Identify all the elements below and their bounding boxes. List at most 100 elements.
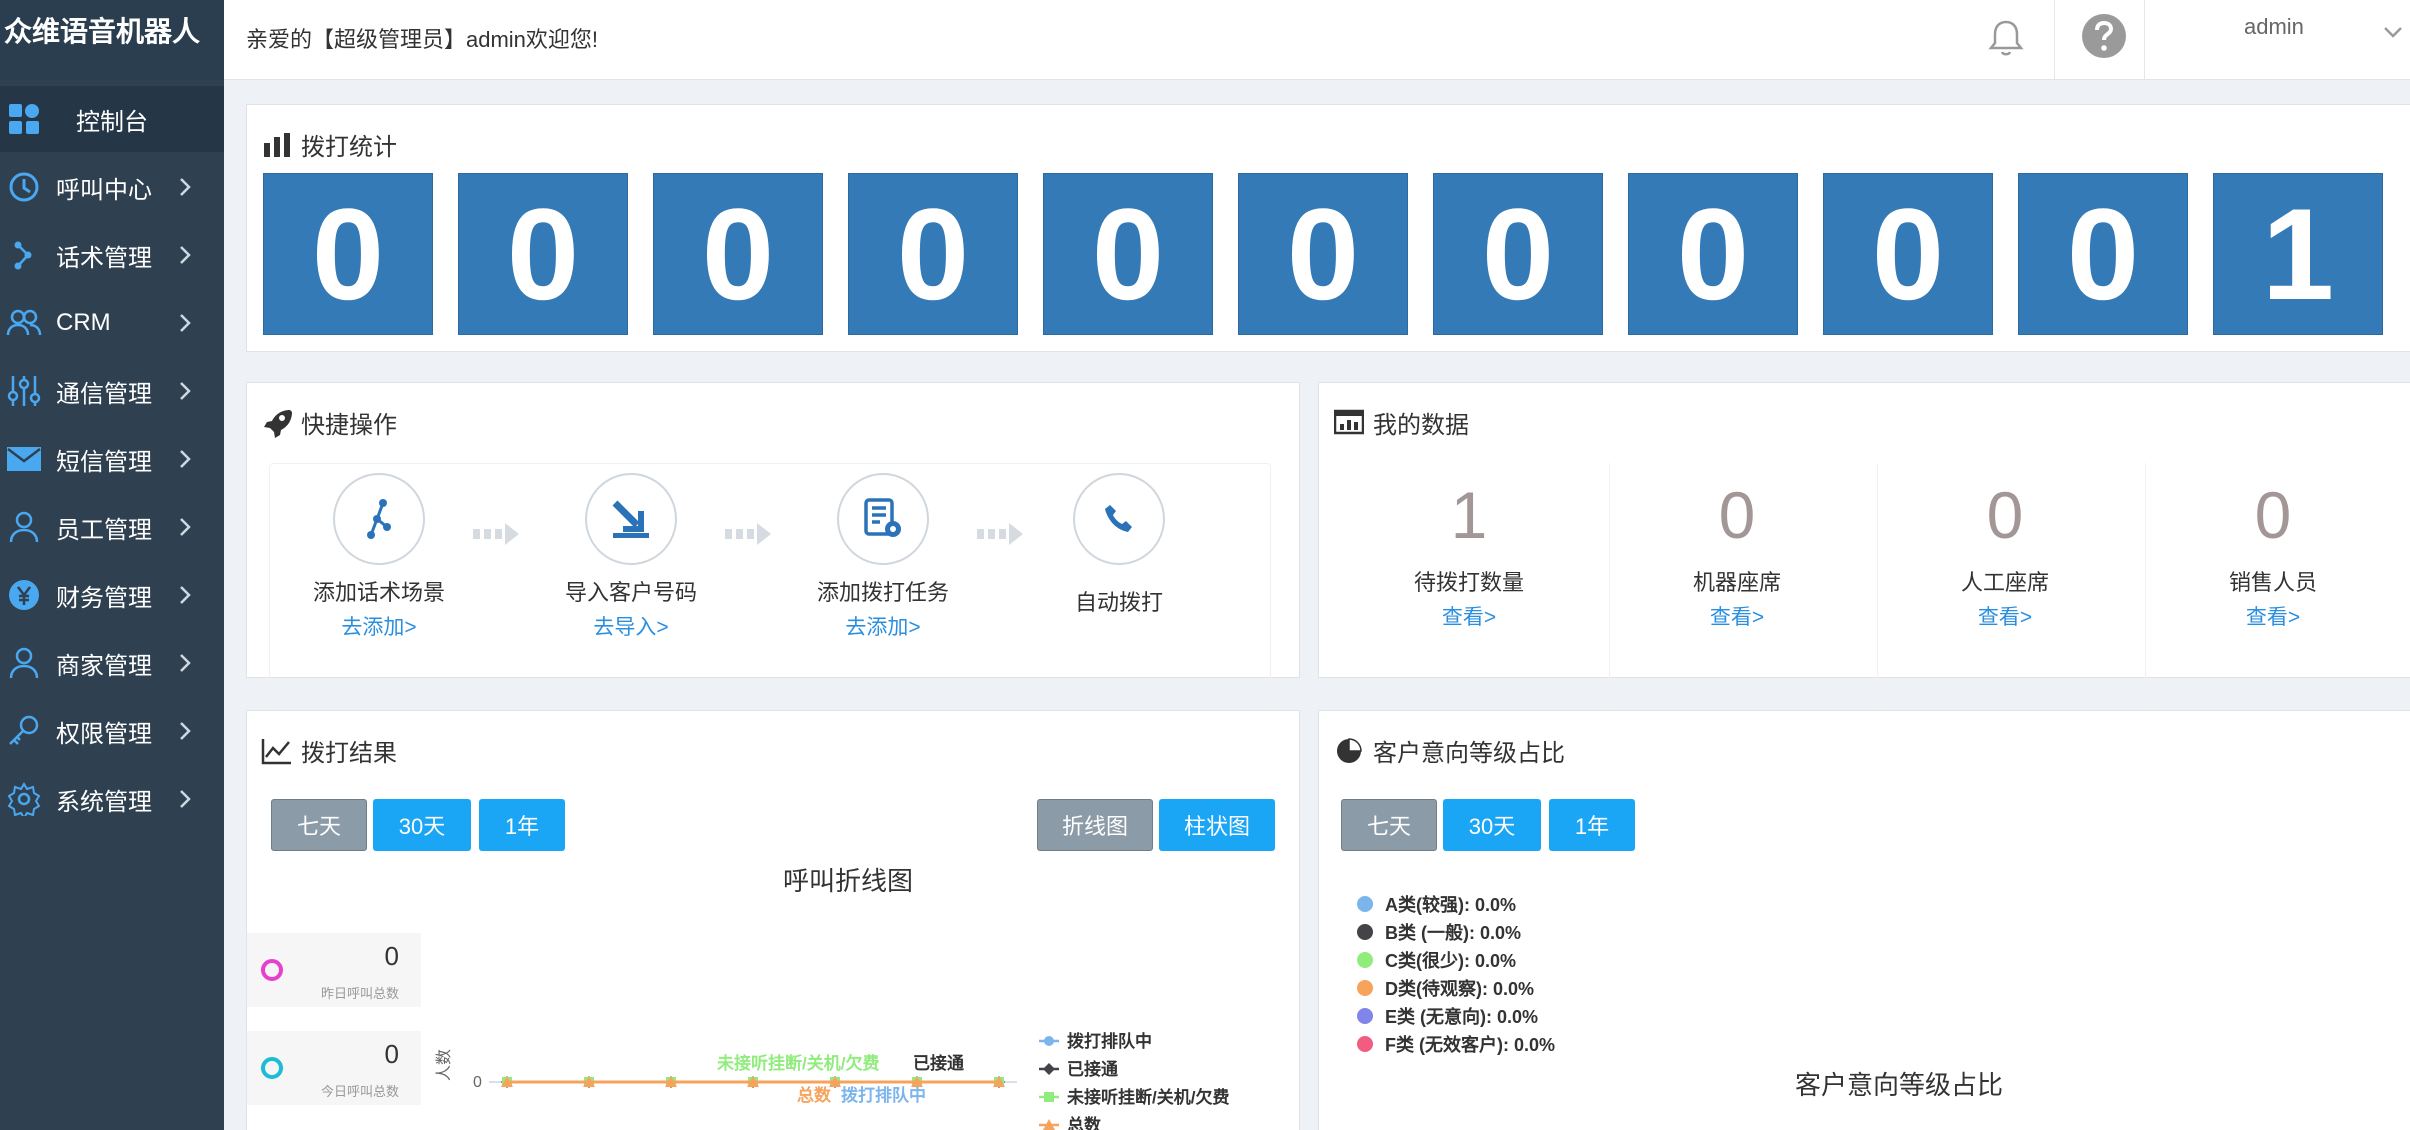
today-calls-card: 0 今日呼叫总数 (247, 1031, 421, 1105)
legend-item[interactable]: D类(待观察): 0.0% (1357, 975, 1534, 1001)
my-data-value: 0 (1718, 478, 1756, 552)
legend-dot (1357, 1008, 1373, 1024)
legend-item[interactable]: 拨打排队中 (1039, 1031, 1152, 1051)
intent-title: 客户意向等级占比 (1373, 740, 1565, 767)
range-7days-button[interactable]: 七天 (271, 799, 367, 851)
panel-title: 我的数据 (1333, 405, 1469, 440)
chevron-right-icon (180, 518, 191, 536)
quick-op-add-scene: 添加话术场景 去添加> (269, 473, 489, 641)
help-icon[interactable] (2080, 12, 2128, 60)
legend-item[interactable]: 已接通 (1039, 1059, 1118, 1079)
counter-digit: 0 (1823, 173, 1993, 335)
legend-dot (1357, 952, 1373, 968)
chevron-right-icon (180, 382, 191, 400)
sidebar-item-label: CRM (56, 309, 111, 336)
stat-label: 昨日呼叫总数 (321, 986, 400, 1001)
sliders-icon (4, 371, 44, 411)
counter-digit: 0 (458, 173, 628, 335)
intent-panel: 客户意向等级占比 七天 30天 1年 A类(较强): 0.0% B类 (一般):… (1318, 710, 2410, 1130)
user-menu[interactable]: admin (2244, 14, 2304, 40)
legend-dot (1357, 896, 1373, 912)
sidebar-item-system[interactable]: 系统管理 (0, 766, 224, 832)
view-link[interactable]: 查看> (2139, 601, 2407, 631)
legend-item[interactable]: A类(较强): 0.0% (1357, 891, 1516, 917)
bell-icon[interactable] (1984, 16, 2028, 60)
sidebar-item-call-center[interactable]: 呼叫中心 (0, 154, 224, 220)
legend-item[interactable]: B类 (一般): 0.0% (1357, 919, 1521, 945)
range-1year-button[interactable]: 1年 (479, 799, 565, 851)
range-30days-button[interactable]: 30天 (1443, 799, 1541, 851)
sidebar-item-crm[interactable]: CRM (0, 290, 224, 356)
dial-results-panel: 拨打结果 七天 30天 1年 折线图 柱状图 呼叫折线图 0 昨日呼叫总数 0 … (246, 710, 1300, 1130)
legend-item[interactable]: F类 (无效客户): 0.0% (1357, 1031, 1555, 1057)
range-30days-button[interactable]: 30天 (373, 799, 471, 851)
dashboard-icon (4, 99, 44, 139)
sidebar-item-permissions[interactable]: 权限管理 (0, 698, 224, 764)
sidebar-item-dashboard[interactable]: 控制台 (0, 86, 224, 152)
data-label: 总数 (797, 1085, 832, 1105)
yesterday-calls-card: 0 昨日呼叫总数 (247, 933, 421, 1007)
chevron-down-icon[interactable] (2382, 24, 2404, 40)
sidebar-item-merchant[interactable]: 商家管理 (0, 630, 224, 696)
sidebar-item-label: 通信管理 (56, 380, 152, 408)
flow-icon (4, 235, 44, 275)
quick-op-link[interactable]: 去添加> (269, 611, 489, 641)
bar-chart-button[interactable]: 柱状图 (1159, 799, 1275, 851)
legend-item[interactable]: C类(很少): 0.0% (1357, 947, 1516, 973)
y-axis-label: 人数 (435, 1049, 453, 1081)
quick-op-import: 导入客户号码 去导入> (521, 473, 741, 641)
quick-op-link[interactable]: 去导入> (521, 611, 741, 641)
sidebar-item-scripts[interactable]: 话术管理 (0, 222, 224, 288)
task-settings-icon[interactable] (837, 473, 929, 565)
import-icon[interactable] (585, 473, 677, 565)
legend-item[interactable]: E类 (无意向): 0.0% (1357, 1003, 1538, 1029)
quick-op-link[interactable]: 去添加> (773, 611, 993, 641)
counter-digit: 1 (2213, 173, 2383, 335)
data-label: 拨打排队中 (841, 1085, 926, 1105)
header-divider (2054, 0, 2055, 80)
sidebar-item-sms[interactable]: 短信管理 (0, 426, 224, 492)
view-link[interactable]: 查看> (1871, 601, 2139, 631)
range-1year-button[interactable]: 1年 (1549, 799, 1635, 851)
bar-chart-icon (261, 129, 293, 161)
sidebar-item-label: 短信管理 (56, 448, 152, 476)
step-arrow-icon (473, 523, 519, 545)
quick-op-label: 添加拨打任务 (816, 580, 949, 605)
sidebar-item-label: 权限管理 (56, 720, 152, 748)
stat-value: 0 (384, 1039, 399, 1069)
sidebar-item-label: 呼叫中心 (56, 176, 152, 204)
flow-icon[interactable] (333, 473, 425, 565)
sidebar-item-label: 话术管理 (56, 244, 152, 272)
quick-op-label: 导入客户号码 (564, 580, 697, 605)
data-label: 已接通 (913, 1053, 964, 1073)
legend-item[interactable]: 未接听挂断/关机/欠费 (1039, 1087, 1229, 1107)
view-link[interactable]: 查看> (1603, 601, 1871, 631)
envelope-icon (4, 439, 44, 479)
my-data-value: 1 (1450, 478, 1488, 552)
sidebar-item-staff[interactable]: 员工管理 (0, 494, 224, 560)
clock-icon (4, 167, 44, 207)
phone-icon[interactable] (1073, 473, 1165, 565)
person-icon (4, 643, 44, 683)
call-line-chart: 人数 0 未接听挂断/关机/欠费 已接通 总数 拨打排队中 拨打排队中已接通未接… (435, 1031, 1229, 1130)
sidebar-item-finance[interactable]: 财务管理 (0, 562, 224, 628)
my-data-label: 机器座席 (1692, 570, 1781, 595)
range-7days-button[interactable]: 七天 (1341, 799, 1437, 851)
key-icon (4, 711, 44, 751)
sidebar-item-label: 控制台 (76, 108, 148, 136)
my-data-robot-seats: 0 机器座席 查看> (1603, 473, 1871, 631)
gear-icon (4, 779, 44, 819)
my-data-label: 销售人员 (2228, 570, 2317, 595)
sidebar-item-telecom[interactable]: 通信管理 (0, 358, 224, 424)
quick-op-auto-dial: 自动拨打 (1009, 473, 1229, 617)
counter-digit: 0 (1433, 173, 1603, 335)
legend-label: C类(很少): 0.0% (1385, 951, 1517, 971)
view-link[interactable]: 查看> (1335, 601, 1603, 631)
my-data-human-seats: 0 人工座席 查看> (1871, 473, 2139, 631)
legend-item[interactable]: 总数 (1039, 1115, 1102, 1130)
legend-label: A类(较强): 0.0% (1385, 895, 1517, 915)
panel-title: 快捷操作 (261, 405, 397, 440)
rocket-icon (261, 407, 293, 439)
line-chart-button[interactable]: 折线图 (1037, 799, 1153, 851)
panel-title: 拨打统计 (261, 127, 397, 162)
